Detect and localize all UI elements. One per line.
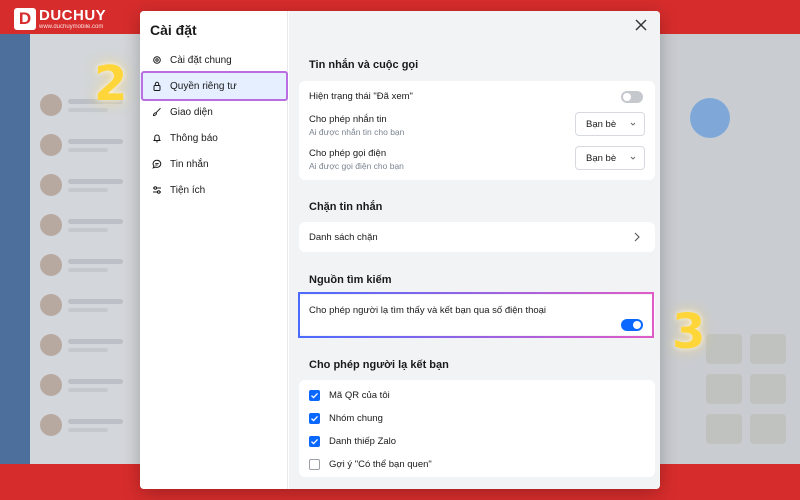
phone-search-label: Cho phép người lạ tìm thấy và kết bạn qu… xyxy=(309,305,547,316)
chevron-down-icon xyxy=(630,156,636,160)
gear-icon xyxy=(153,56,161,64)
nav-item-label: Thông báo xyxy=(170,132,218,144)
block-list-label: Danh sách chặn xyxy=(309,232,378,243)
brand-logo-mark: D xyxy=(14,8,36,30)
background-circle xyxy=(690,98,730,138)
allow-messages-sub: Ai được nhắn tin cho bạn xyxy=(309,127,405,137)
nav-item-label: Tiện ích xyxy=(170,184,206,196)
seen-status-toggle[interactable] xyxy=(621,91,643,103)
nav-item-label: Quyền riêng tư xyxy=(170,80,237,92)
qr-code-checkbox[interactable] xyxy=(309,390,320,401)
zalo-card-checkbox[interactable] xyxy=(309,436,320,447)
brand-logo: D DUCHUY www.duchuymobile.com xyxy=(14,8,106,30)
qr-code-label: Mã QR của tôi xyxy=(329,390,390,401)
section-title-messages-calls: Tin nhắn và cuộc gọi xyxy=(309,59,419,71)
zalo-card-label: Danh thiếp Zalo xyxy=(329,436,397,447)
messages-calls-card: Hiện trạng thái "Đã xem" Cho phép nhắn t… xyxy=(299,81,655,180)
suggestion-checkbox[interactable] xyxy=(309,459,320,470)
common-group-checkbox[interactable] xyxy=(309,413,320,424)
step-3-number: 3 xyxy=(672,304,706,360)
lock-icon xyxy=(153,81,161,91)
close-icon[interactable] xyxy=(634,18,648,32)
nav-item-privacy[interactable]: Quyền riêng tư xyxy=(140,73,288,99)
settings-sidebar: Cài đặt Cài đặt chung Quyền riêng tư Gia… xyxy=(140,11,288,489)
section-title-block: Chặn tin nhắn xyxy=(309,201,383,213)
settings-dialog: Cài đặt Cài đặt chung Quyền riêng tư Gia… xyxy=(140,11,660,489)
settings-content: Tin nhắn và cuộc gọi Hiện trạng thái "Đã… xyxy=(289,11,660,489)
bell-icon xyxy=(153,134,161,143)
allow-calls-select[interactable]: Bạn bè xyxy=(575,146,645,170)
section-title-friend-requests: Cho phép người lạ kết bạn xyxy=(309,359,449,371)
allow-messages-select[interactable]: Bạn bè xyxy=(575,112,645,136)
block-list-row[interactable]: Danh sách chặn xyxy=(299,222,655,252)
friend-requests-card: Mã QR của tôi Nhóm chung Danh thiếp Zalo… xyxy=(299,380,655,477)
nav-item-notifications[interactable]: Thông báo xyxy=(140,125,288,151)
seen-status-label: Hiện trạng thái "Đã xem" xyxy=(309,91,413,102)
chevron-right-icon xyxy=(634,232,640,242)
nav-item-general[interactable]: Cài đặt chung xyxy=(140,47,288,73)
allow-calls-sub: Ai được gọi điện cho bạn xyxy=(309,161,404,171)
search-source-card: Cho phép người lạ tìm thấy và kết bạn qu… xyxy=(299,295,655,335)
chat-icon xyxy=(152,159,162,169)
phone-search-toggle[interactable] xyxy=(621,319,643,331)
nav-item-messages[interactable]: Tin nhắn xyxy=(140,151,288,177)
suggestion-label: Gợi ý "Có thể bạn quen" xyxy=(329,459,432,470)
brush-icon xyxy=(152,107,161,117)
background-rail xyxy=(0,34,30,464)
allow-messages-label: Cho phép nhắn tin xyxy=(309,114,387,125)
nav-item-utilities[interactable]: Tiện ích xyxy=(140,177,288,203)
chevron-down-icon xyxy=(630,122,636,126)
allow-messages-value: Bạn bè xyxy=(586,118,617,130)
nav-item-appearance[interactable]: Giao diện xyxy=(140,99,288,125)
allow-calls-label: Cho phép gọi điện xyxy=(309,148,387,159)
brand-name: DUCHUY xyxy=(39,7,107,24)
settings-title: Cài đặt xyxy=(150,22,197,38)
common-group-label: Nhóm chung xyxy=(329,413,383,424)
brand-url: www.duchuymobile.com xyxy=(39,24,104,30)
step-2-number: 2 xyxy=(94,56,128,112)
allow-calls-value: Bạn bè xyxy=(586,152,617,164)
nav-item-label: Giao diện xyxy=(170,106,213,118)
section-title-search-source: Nguồn tìm kiếm xyxy=(309,274,392,286)
nav-item-label: Tin nhắn xyxy=(170,158,209,170)
nav-item-label: Cài đặt chung xyxy=(170,54,232,66)
sliders-icon xyxy=(153,186,161,194)
